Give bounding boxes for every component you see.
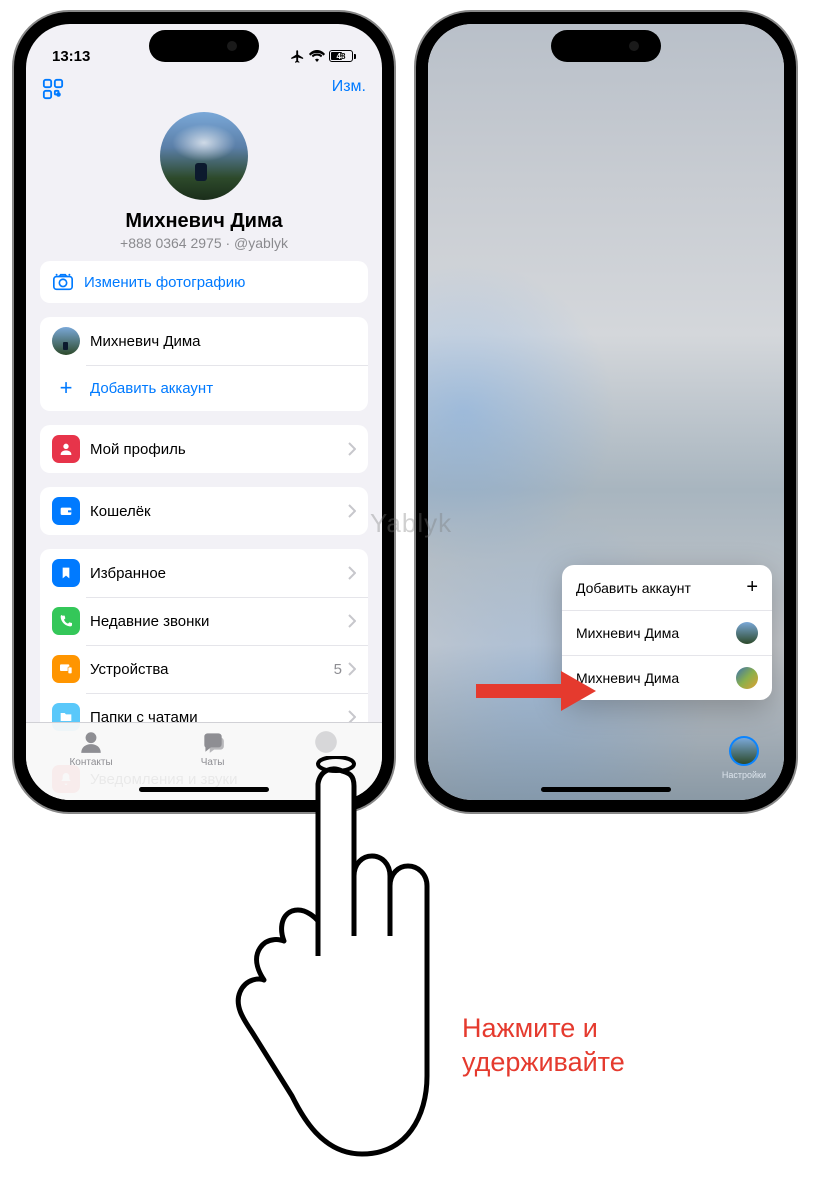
context-add-account[interactable]: Добавить аккаунт + [562,565,772,610]
settings-icon [313,729,339,755]
devices-icon [52,655,80,683]
avatar-small [52,327,80,355]
row-label: Мой профиль [90,441,348,458]
cm-label: Михневич Дима [576,625,679,641]
avatar-small [736,622,758,644]
plus-icon: + [52,375,80,401]
wifi-icon [309,50,325,62]
chevron-icon [348,566,356,580]
recent-calls-row[interactable]: Недавние звонки [40,597,368,645]
phone-left: 13:13 48 Изм. Михневич Дима +888 0364 29… [14,12,394,812]
tab-label: Настройки [722,770,766,780]
profile-icon [52,435,80,463]
account-row[interactable]: Михневич Дима [40,317,368,365]
instruction-line-2: удерживайте [462,1046,625,1080]
notch [149,30,259,62]
avatar-small [736,667,758,689]
wallet-icon [52,497,80,525]
row-label: Добавить аккаунт [90,380,356,397]
tab-contacts[interactable]: Контакты [69,729,112,800]
row-label: Михневич Дима [90,333,356,350]
row-label: Кошелёк [90,503,348,520]
cm-label: Добавить аккаунт [576,580,691,596]
status-time: 13:13 [52,48,90,65]
chats-icon [200,729,226,755]
profile-name: Михневич Дима [26,210,382,233]
chevron-icon [348,504,356,518]
notch [551,30,661,62]
hand-pointer-annotation [222,756,432,1166]
row-label: Недавние звонки [90,613,348,630]
row-label: Избранное [90,565,348,582]
home-indicator [541,787,671,792]
add-account-row[interactable]: + Добавить аккаунт [40,365,368,411]
instruction-text: Нажмите и удерживайте [462,1012,625,1080]
context-account-1[interactable]: Михневич Дима [562,610,772,655]
camera-icon [52,271,74,293]
phone-icon [52,607,80,635]
airplane-icon [290,49,305,64]
chevron-icon [348,662,356,676]
avatar-small [729,736,759,766]
edit-button[interactable]: Изм. [332,78,366,100]
wallet-row[interactable]: Кошелёк [40,487,368,535]
tab-label: Чаты [201,757,225,768]
devices-row[interactable]: Устройства 5 [40,645,368,693]
favorites-row[interactable]: Избранное [40,549,368,597]
my-profile-row[interactable]: Мой профиль [40,425,368,473]
bookmark-icon [52,559,80,587]
tab-label: Контакты [69,757,112,768]
row-label: Устройства [90,661,334,678]
qr-icon[interactable] [42,78,64,100]
red-arrow-annotation [466,666,596,716]
plus-icon: + [746,576,758,599]
battery-icon: 48 [329,50,356,62]
chevron-icon [348,614,356,628]
profile-section: Михневич Дима +888 0364 2975 · @yablyk [26,108,382,261]
watermark: Yablyk [370,508,452,539]
profile-sub: +888 0364 2975 · @yablyk [26,235,382,251]
chevron-icon [348,442,356,456]
row-label: Изменить фотографию [84,274,356,291]
instruction-line-1: Нажмите и [462,1012,625,1046]
contacts-icon [78,729,104,755]
avatar[interactable] [160,112,248,200]
tab-settings-highlighted[interactable]: Настройки [722,736,766,780]
change-photo-row[interactable]: Изменить фотографию [40,261,368,303]
devices-count: 5 [334,661,342,678]
